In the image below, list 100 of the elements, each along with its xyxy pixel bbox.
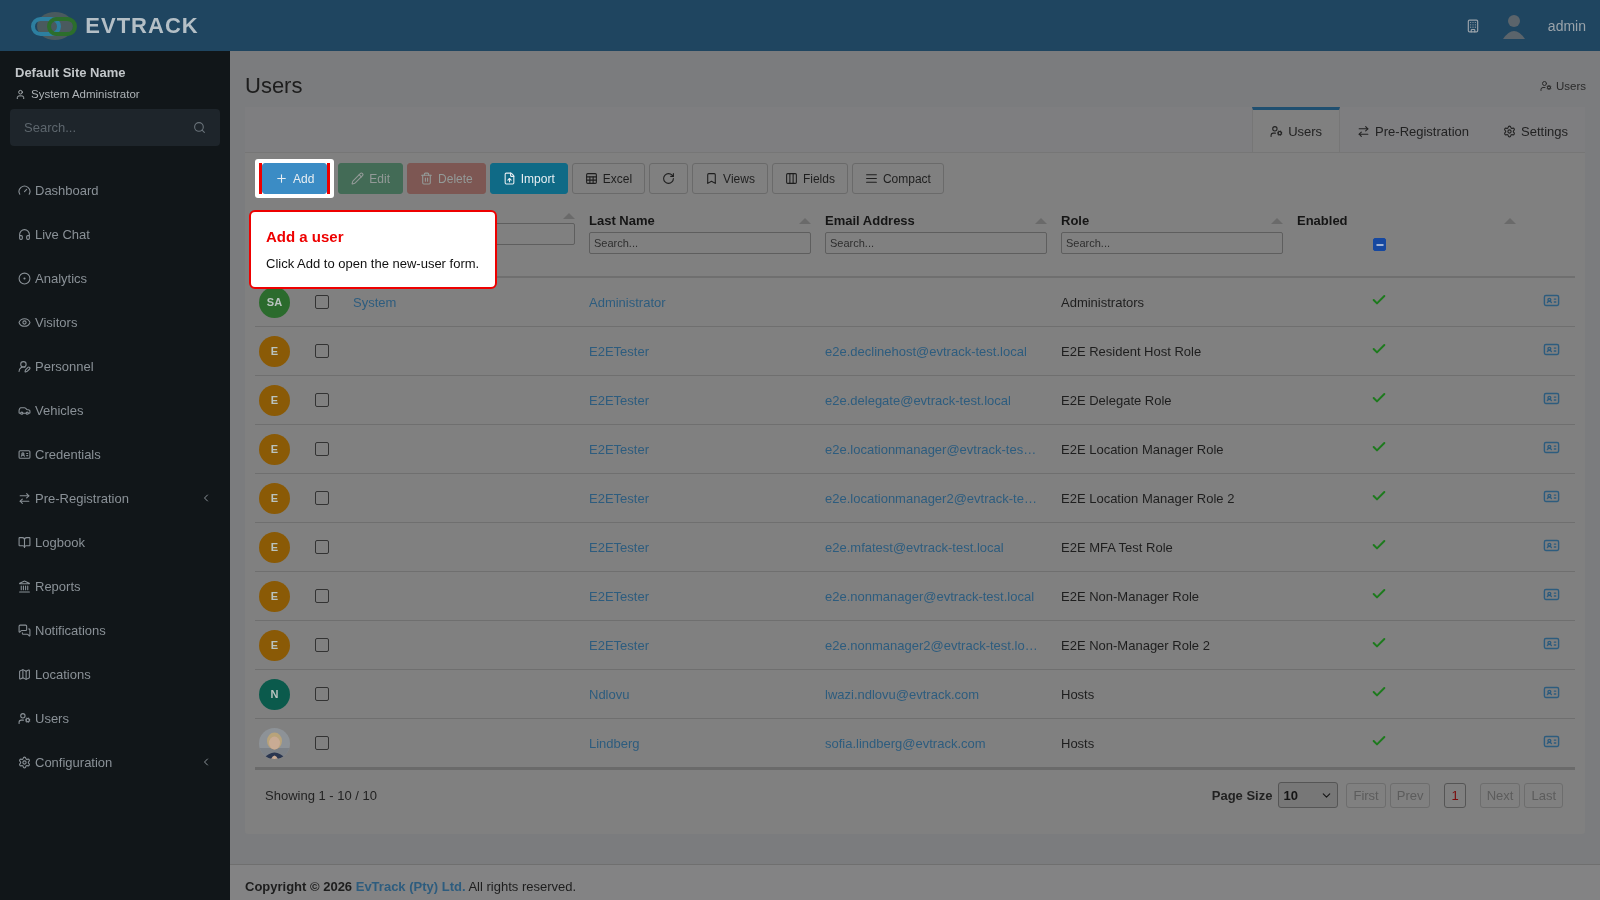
email-link[interactable]: e2e.locationmanager@evtrack-tes… bbox=[825, 442, 1037, 457]
settings-icon bbox=[1503, 124, 1516, 138]
sidebar-item[interactable]: Reports bbox=[0, 564, 230, 608]
excel-button[interactable]: Excel bbox=[571, 163, 646, 194]
avatar: E bbox=[259, 482, 290, 514]
column-header[interactable]: Last Name bbox=[589, 213, 655, 228]
role-cell-text: E2E Delegate Role bbox=[1061, 392, 1173, 408]
last-name-link[interactable]: E2ETester bbox=[589, 393, 649, 408]
sidebar-item[interactable]: Analytics bbox=[0, 256, 230, 300]
page-button[interactable]: 1 bbox=[1444, 782, 1466, 808]
sidebar-item[interactable]: Live Chat bbox=[0, 212, 230, 256]
last-name-link[interactable]: E2ETester bbox=[589, 589, 649, 604]
row-checkbox[interactable] bbox=[315, 442, 329, 456]
building-icon[interactable] bbox=[1465, 18, 1480, 33]
column-header[interactable]: Role bbox=[1061, 213, 1090, 228]
filter-checkbox[interactable] bbox=[1373, 238, 1386, 251]
sidebar-item[interactable]: Credentials bbox=[0, 432, 230, 476]
sidebar-item[interactable]: Configuration bbox=[0, 740, 230, 784]
last-name-link[interactable]: Lindberg bbox=[589, 736, 640, 751]
arrows-icon bbox=[18, 491, 31, 505]
role-cell-text: Hosts bbox=[1061, 686, 1096, 702]
role-cell-text: Hosts bbox=[1061, 735, 1096, 751]
map-icon bbox=[18, 667, 31, 681]
last-name-link[interactable]: E2ETester bbox=[589, 638, 649, 653]
sidebar-item[interactable]: Notifications bbox=[0, 608, 230, 652]
company-link[interactable]: EvTrack (Pty) Ltd. bbox=[355, 879, 466, 894]
gauge-icon bbox=[18, 183, 31, 197]
views-button[interactable]: Views bbox=[692, 163, 768, 194]
row-checkbox[interactable] bbox=[315, 393, 329, 407]
last-name-link[interactable]: Ndlovu bbox=[589, 687, 630, 702]
column-header[interactable]: Enabled bbox=[1297, 213, 1348, 228]
tooltip-title: Add a user bbox=[266, 228, 345, 245]
tooltip-text: Click Add to open the new-user form. bbox=[266, 256, 480, 271]
email-link[interactable]: e2e.delegate@evtrack-test.local bbox=[825, 393, 1011, 408]
sidebar-item[interactable]: Visitors bbox=[0, 300, 230, 344]
email-link[interactable]: e2e.nonmanager@evtrack-test.local bbox=[825, 589, 1035, 604]
row-checkbox[interactable] bbox=[315, 295, 329, 309]
user-name[interactable]: admin bbox=[1547, 17, 1586, 34]
page-size-select[interactable]: 10 bbox=[1278, 782, 1339, 808]
avatar: E bbox=[259, 629, 290, 661]
building-icon bbox=[18, 579, 31, 593]
refresh-button[interactable] bbox=[649, 163, 689, 194]
last-name-link[interactable]: E2ETester bbox=[589, 344, 649, 359]
tab[interactable]: Users bbox=[1252, 107, 1341, 152]
eye-icon bbox=[18, 315, 31, 329]
avatar: E bbox=[259, 384, 290, 416]
last-name-link[interactable]: Administrator bbox=[589, 295, 666, 310]
last-name-link[interactable]: E2ETester bbox=[589, 442, 649, 457]
first-name-link[interactable]: System bbox=[353, 295, 397, 310]
sidebar-item[interactable]: Personnel bbox=[0, 344, 230, 388]
tab[interactable]: Pre-Registration bbox=[1340, 107, 1486, 152]
sidebar-item[interactable]: Vehicles bbox=[0, 388, 230, 432]
row-checkbox[interactable] bbox=[315, 589, 329, 603]
sidebar-item[interactable]: Locations bbox=[0, 652, 230, 696]
tab[interactable]: Settings bbox=[1486, 107, 1585, 152]
import-button[interactable]: Import bbox=[489, 163, 568, 194]
search-field[interactable]: Search... bbox=[1061, 232, 1283, 254]
email-link[interactable]: lwazi.ndlovu@evtrack.com bbox=[825, 687, 980, 702]
email-link[interactable]: e2e.locationmanager2@evtrack-te… bbox=[825, 491, 1037, 506]
user-icon bbox=[15, 88, 26, 100]
row-checkbox[interactable] bbox=[315, 736, 329, 750]
file-upload-icon bbox=[502, 172, 516, 185]
refresh-icon bbox=[662, 172, 676, 185]
email-link[interactable]: e2e.mfatest@evtrack-test.local bbox=[825, 540, 1004, 555]
search-field[interactable]: Search... bbox=[589, 232, 811, 254]
email-link[interactable]: e2e.declinehost@evtrack-test.local bbox=[825, 344, 1027, 359]
fields-button[interactable]: Fields bbox=[771, 163, 848, 194]
row-checkbox[interactable] bbox=[315, 687, 329, 701]
sidebar-item[interactable]: Dashboard bbox=[0, 168, 230, 212]
user-gear-icon bbox=[18, 711, 31, 725]
email-link[interactable]: e2e.nonmanager2@evtrack-test.lo… bbox=[825, 638, 1038, 653]
row-checkbox[interactable] bbox=[315, 638, 329, 652]
target-icon bbox=[18, 271, 31, 285]
email-link[interactable]: sofia.lindberg@evtrack.com bbox=[825, 736, 986, 751]
search-field[interactable]: Search... bbox=[825, 232, 1047, 254]
user-gear-icon bbox=[1270, 124, 1284, 138]
sidebar-item[interactable]: Pre-Registration bbox=[0, 476, 230, 520]
column-header[interactable]: Email Address bbox=[825, 213, 915, 228]
last-name-link[interactable]: E2ETester bbox=[589, 491, 649, 506]
last-name-link[interactable]: E2ETester bbox=[589, 540, 649, 555]
book-icon bbox=[18, 535, 31, 549]
page-title: Users bbox=[245, 73, 303, 99]
row-checkbox[interactable] bbox=[315, 344, 329, 358]
sidebar-item[interactable]: Logbook bbox=[0, 520, 230, 564]
avatar: E bbox=[259, 580, 290, 612]
row-checkbox[interactable] bbox=[315, 540, 329, 554]
role-cell-text: E2E Location Manager Role 2 bbox=[1061, 490, 1236, 506]
user-avatar-icon[interactable] bbox=[1501, 12, 1526, 39]
row-checkbox[interactable] bbox=[315, 491, 329, 505]
sidebar-search-field[interactable]: Search... bbox=[10, 109, 220, 146]
site-name: Default Site Name bbox=[14, 65, 127, 80]
role-cell-text: Administrators bbox=[1061, 294, 1146, 310]
logo-icon bbox=[31, 10, 80, 41]
breadcrumb[interactable]: Users bbox=[1539, 80, 1586, 92]
add-button[interactable]: Add bbox=[262, 163, 328, 194]
id-card-icon bbox=[18, 447, 31, 461]
chat-icon bbox=[18, 623, 31, 637]
columns-icon bbox=[784, 172, 798, 185]
sidebar-item[interactable]: Users bbox=[0, 696, 230, 740]
compact-button[interactable]: Compact bbox=[851, 163, 944, 194]
